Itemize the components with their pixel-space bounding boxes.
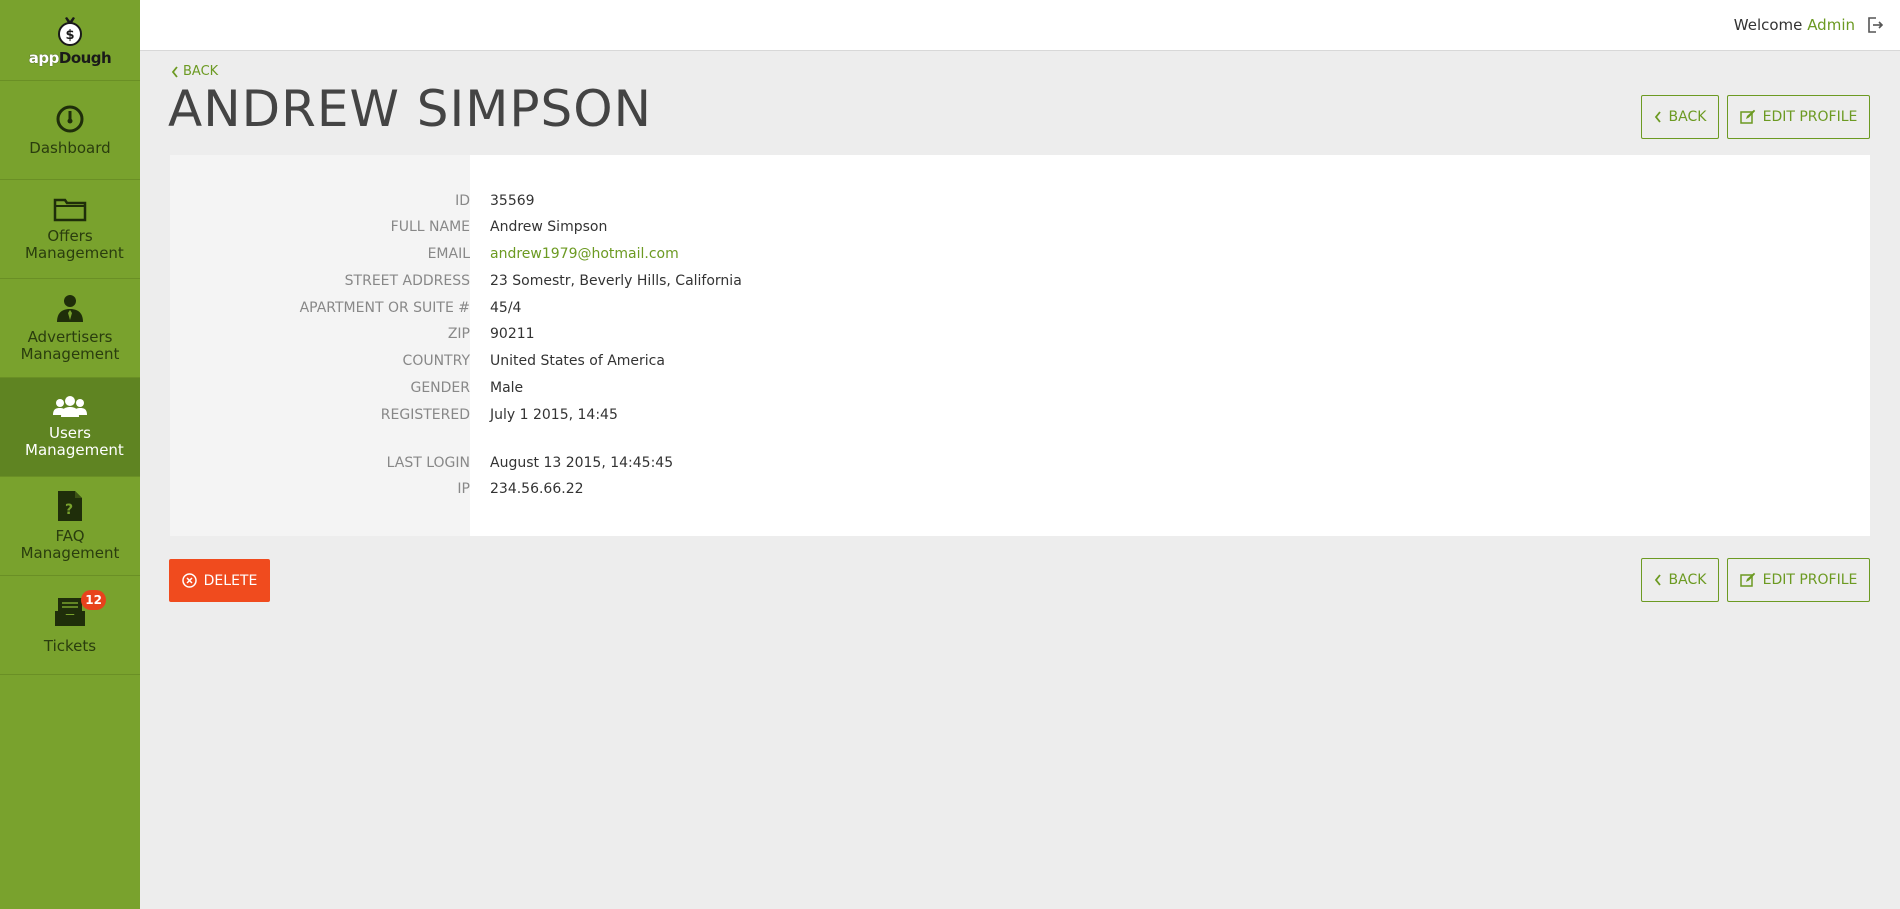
value-apartment: 45/4 — [490, 300, 522, 316]
app-logo[interactable]: $ appDough — [0, 0, 140, 81]
sidebar-item-label: Tickets — [43, 636, 97, 655]
sidebar-item-offers[interactable]: Offers Management — [0, 180, 140, 279]
back-button-top[interactable]: BACK — [1641, 95, 1719, 139]
sidebar-item-label: Advertisers Management — [20, 328, 120, 363]
back-button-bottom[interactable]: BACK — [1641, 558, 1719, 602]
tickets-icon-wrap: 12 — [54, 589, 106, 638]
label-gender: GENDER — [410, 380, 470, 396]
chevron-left-icon — [1654, 574, 1661, 586]
sidebar-item-label: Users Management — [25, 424, 124, 459]
label-id: ID — [455, 193, 470, 209]
close-circle-icon — [181, 573, 197, 588]
value-last-login: August 13 2015, 14:45:45 — [490, 455, 674, 471]
page-title: ANDREW SIMPSON — [168, 80, 653, 138]
businessman-icon — [57, 295, 83, 322]
chevron-left-icon — [1654, 111, 1661, 123]
edit-profile-button-bottom[interactable]: EDIT PROFILE — [1727, 558, 1870, 602]
label-ip: IP — [457, 481, 470, 497]
value-gender: Male — [490, 380, 524, 396]
label-registered: REGISTERED — [380, 407, 470, 423]
delete-button[interactable]: DELETE — [169, 559, 270, 602]
label-zip: ZIP — [447, 326, 470, 342]
edit-profile-button-top[interactable]: EDIT PROFILE — [1727, 95, 1870, 139]
sidebar-item-label: Offers Management — [25, 227, 124, 262]
sidebar-item-dashboard[interactable]: Dashboard — [0, 81, 140, 180]
sidebar: $ appDough Dashboard Offers Management A… — [0, 0, 140, 909]
edit-icon — [1739, 572, 1755, 587]
money-bag-icon: $ — [58, 17, 82, 46]
value-zip: 90211 — [490, 326, 535, 342]
value-email-link[interactable]: andrew1979@hotmail.com — [490, 246, 679, 262]
back-link-label: BACK — [183, 64, 219, 79]
edit-icon — [1739, 109, 1755, 124]
value-street-address: 23 Somestr, Beverly Hills, California — [490, 273, 742, 289]
tickets-count-badge: 12 — [81, 589, 106, 610]
users-icon — [53, 396, 87, 417]
svg-text:$: $ — [65, 28, 74, 43]
speedometer-icon — [56, 105, 84, 132]
label-apartment: APARTMENT OR SUITE # — [299, 300, 470, 316]
welcome-message: Welcome Admin — [1734, 16, 1855, 34]
faq-document-icon: ? — [58, 491, 82, 521]
user-name-link[interactable]: Admin — [1807, 16, 1855, 34]
folder-icon — [53, 198, 87, 222]
sidebar-item-advertisers[interactable]: Advertisers Management — [0, 279, 140, 378]
logout-icon[interactable] — [1866, 16, 1884, 38]
label-email: EMAIL — [427, 246, 470, 262]
label-last-login: LAST LOGIN — [386, 455, 470, 471]
back-button-label: BACK — [1668, 109, 1707, 125]
value-id: 35569 — [490, 193, 535, 209]
value-registered: July 1 2015, 14:45 — [490, 407, 618, 423]
label-street-address: STREET ADDRESS — [344, 273, 470, 289]
sidebar-item-users[interactable]: Users Management — [0, 378, 140, 477]
delete-button-label: DELETE — [203, 572, 258, 589]
profile-details: ID 35569 FULL NAME Andrew Simpson EMAIL … — [170, 155, 1870, 536]
svg-text:?: ? — [65, 502, 73, 518]
top-bar: Welcome Admin — [140, 0, 1900, 51]
value-country: United States of America — [490, 353, 665, 369]
label-full-name: FULL NAME — [390, 219, 470, 235]
edit-profile-label: EDIT PROFILE — [1762, 109, 1858, 125]
sidebar-item-faq[interactable]: ? FAQ Management — [0, 477, 140, 576]
logo-wordmark: appDough — [28, 49, 112, 67]
value-full-name: Andrew Simpson — [490, 219, 608, 235]
labels-column — [170, 155, 470, 536]
sidebar-item-label: Dashboard — [29, 138, 111, 157]
sidebar-item-label: FAQ Management — [20, 527, 120, 562]
value-ip: 234.56.66.22 — [490, 481, 584, 497]
label-country: COUNTRY — [402, 353, 470, 369]
sidebar-item-tickets[interactable]: 12 Tickets — [0, 576, 140, 675]
back-button-label: BACK — [1668, 572, 1707, 588]
welcome-text: Welcome — [1733, 16, 1803, 34]
edit-profile-label: EDIT PROFILE — [1762, 572, 1858, 588]
chevron-left-icon — [171, 65, 178, 78]
back-link[interactable]: BACK — [171, 64, 218, 79]
